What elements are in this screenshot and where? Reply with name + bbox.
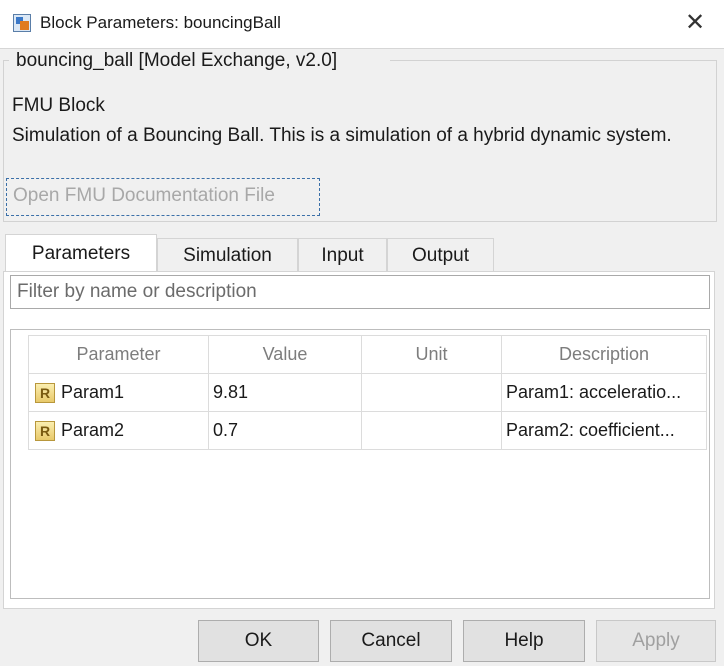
column-header-value[interactable]: Value: [208, 335, 362, 374]
help-button[interactable]: Help: [463, 620, 585, 662]
description-cell: Param2: coefficient...: [501, 411, 707, 450]
tab-output[interactable]: Output: [387, 238, 494, 272]
group-border-right: [390, 60, 716, 61]
description-cell: Param1: acceleratio...: [501, 373, 707, 412]
table-row[interactable]: R Param1 9.81 Param1: acceleratio...: [28, 373, 707, 412]
column-header-parameter[interactable]: Parameter: [28, 335, 209, 374]
window-title: Block Parameters: bouncingBall: [40, 13, 281, 32]
parameter-table: Parameter Value Unit Description R Param1…: [28, 335, 707, 450]
column-header-description[interactable]: Description: [501, 335, 707, 374]
cancel-button[interactable]: Cancel: [330, 620, 452, 662]
simulink-block-icon: [13, 14, 31, 32]
parameter-name: Param2: [61, 419, 125, 440]
apply-button[interactable]: Apply: [596, 620, 716, 662]
real-type-icon: R: [35, 383, 55, 404]
unit-cell: [361, 411, 502, 450]
tab-input[interactable]: Input: [298, 238, 387, 272]
block-type-label: FMU Block: [12, 95, 105, 116]
parameter-table-container: Parameter Value Unit Description R Param1…: [10, 329, 710, 599]
unit-cell: [361, 373, 502, 412]
block-description: Simulation of a Bouncing Ball. This is a…: [12, 125, 672, 146]
tab-parameters[interactable]: Parameters: [5, 234, 157, 273]
parameter-name: Param1: [61, 381, 125, 402]
table-row[interactable]: R Param2 0.7 Param2: coefficient...: [28, 411, 707, 450]
value-cell[interactable]: 0.7: [208, 411, 362, 450]
parameter-cell: R Param2: [28, 411, 209, 450]
real-type-icon: R: [35, 421, 55, 442]
title-bar: Block Parameters: bouncingBall ✕: [0, 0, 724, 49]
tab-simulation[interactable]: Simulation: [157, 238, 298, 272]
table-header-row: Parameter Value Unit Description: [28, 335, 707, 374]
parameters-panel: Parameter Value Unit Description R Param1…: [3, 271, 715, 609]
group-title: bouncing_ball [Model Exchange, v2.0]: [14, 50, 340, 72]
value-cell[interactable]: 9.81: [208, 373, 362, 412]
column-header-unit[interactable]: Unit: [361, 335, 502, 374]
open-documentation-link[interactable]: Open FMU Documentation File: [6, 178, 320, 216]
group-border-left: [3, 60, 9, 61]
close-icon[interactable]: ✕: [682, 10, 708, 36]
ok-button[interactable]: OK: [198, 620, 319, 662]
filter-input[interactable]: [10, 275, 710, 309]
parameter-cell: R Param1: [28, 373, 209, 412]
